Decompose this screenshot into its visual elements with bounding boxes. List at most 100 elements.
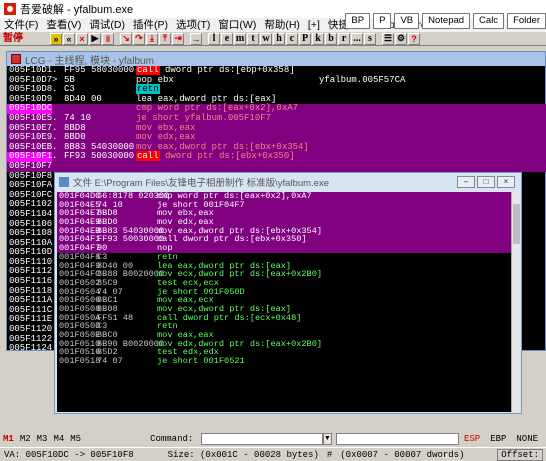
close-icon[interactable]: × — [76, 32, 88, 45]
file-row[interactable]: 001F0518 74 07 je short 001F0521 — [57, 357, 512, 366]
file-row[interactable]: 001F04FC 8B88 B0020000 mov ecx,dword ptr d… — [57, 270, 512, 279]
cpu-row[interactable]: 005F10D1. FF95 58030000 call dword ptr ds:… — [7, 66, 546, 76]
file-row[interactable]: 001F050A FF51 48 call dword ptr ds:[ecx+0x… — [57, 312, 512, 323]
file-icon — [59, 177, 69, 187]
file-row[interactable]: 001F04DC 66:8178 020300 cmp word ptr ds:[e… — [57, 192, 512, 201]
scrollbar-thumb[interactable] — [513, 204, 520, 244]
toolbar-window-button[interactable]: ... — [351, 32, 363, 45]
command-secondary-input[interactable] — [335, 433, 459, 445]
goto-icon[interactable]: → — [190, 32, 202, 45]
minimize-icon[interactable]: – — [457, 176, 475, 188]
comment-cell — [319, 95, 546, 105]
toolbar-window-button[interactable]: t — [247, 32, 259, 45]
register-button-ebp[interactable]: EBP — [485, 434, 511, 444]
toolbar-window-button[interactable]: m — [234, 32, 246, 45]
plugin-button-vb[interactable]: VB — [394, 13, 420, 29]
marker-cell: . — [52, 151, 58, 162]
open-icon[interactable]: » — [50, 32, 62, 45]
menu-item-2[interactable]: 调试(D) — [85, 18, 129, 32]
status-dwords: (0x0007 - 00007 dwords) — [340, 449, 465, 460]
marker-button-m4[interactable]: M4 — [50, 434, 67, 444]
file-disassembly-pane[interactable]: 001F04DC 66:8178 020300 cmp word ptr ds:[e… — [57, 192, 512, 412]
menu-item-4[interactable]: 选项(T) — [172, 18, 214, 32]
file-row[interactable]: 001F0516 85D2 test edx,edx — [57, 348, 512, 357]
toolbar-window-button[interactable]: P — [299, 32, 311, 45]
toolbar-window-button[interactable]: l — [208, 32, 220, 45]
run-icon[interactable]: ▶ — [89, 32, 101, 45]
toolbar-window-button[interactable]: r — [338, 32, 350, 45]
close-window-icon[interactable]: × — [497, 176, 515, 188]
disasm-text: mov ebx,eax — [136, 122, 196, 133]
help-icon[interactable]: ? — [408, 32, 420, 45]
file-row[interactable]: 001F04E7 8BD8 mov ebx,eax — [57, 209, 512, 219]
disasm-cell: call dword ptr ds:[ecx+0x48] — [157, 312, 302, 323]
file-row[interactable]: 001F04E5 74 10 je short 001F04F7 — [57, 200, 512, 210]
execute-till-return-icon[interactable]: ⇥ — [172, 32, 184, 45]
toolbar-window-button[interactable]: b — [325, 32, 337, 45]
cpu-row[interactable]: 005F10E5. 74 10 je short yfalbum.005F10F7 — [7, 113, 546, 124]
plugin-button-calc[interactable]: Calc — [473, 13, 505, 29]
marker-button-m2[interactable]: M2 — [17, 434, 34, 444]
cpu-row[interactable]: 005F10D7 >5B pop ebx yfalbum.005F57CA — [7, 75, 546, 86]
trace-into-icon[interactable]: ⤓ — [146, 32, 158, 45]
toolbar-window-button[interactable]: e — [221, 32, 233, 45]
menu-item-3[interactable]: 插件(P) — [129, 18, 172, 32]
disasm-cell: call dword ptr ds:[ebx+0x350] — [157, 234, 307, 245]
comment-cell — [319, 162, 546, 172]
command-dropdown-icon[interactable]: ▼ — [322, 433, 332, 445]
mdi-client: LCG - 主线程, 模块 - yfalbum 005F10D1. FF95 58… — [0, 46, 546, 430]
file-row[interactable]: 001F04F1 FF93 50030000 call dword ptr ds:[… — [57, 234, 512, 245]
cpu-title-text: LCG - 主线程, 模块 - yfalbum — [25, 55, 154, 67]
list-icon[interactable]: ☰ — [382, 32, 394, 45]
toolbar-window-button[interactable]: w — [260, 32, 272, 45]
menu-item-1[interactable]: 查看(V) — [42, 18, 85, 32]
marker-button-m5[interactable]: M5 — [67, 434, 84, 444]
plugin-button-notepad[interactable]: Notepad — [422, 13, 471, 29]
pause-icon[interactable]: ‖ — [102, 32, 114, 45]
disasm-cell — [136, 162, 319, 172]
marker-button-m1[interactable]: M1 — [0, 434, 17, 444]
plugin-button-folder[interactable]: Folder — [507, 13, 546, 29]
file-row[interactable]: 001F0504 74 07 je short 001F050D — [57, 287, 512, 297]
hex-cell: 8D40 00 — [64, 93, 102, 104]
toolbar-window-button[interactable]: h — [273, 32, 285, 45]
cpu-row[interactable]: 005F10F1. FF93 50030000 call dword ptr ds:… — [7, 151, 546, 162]
cpu-window-title[interactable]: LCG - 主线程, 模块 - yfalbum — [7, 52, 545, 67]
step-into-icon[interactable]: ↘ — [120, 32, 132, 45]
settings-icon[interactable]: ⚙ — [395, 32, 407, 45]
menu-item-7[interactable]: [+] — [304, 18, 324, 32]
toolbar-window-button[interactable]: c — [286, 32, 298, 45]
disasm-cell: nop — [157, 243, 173, 254]
vertical-scrollbar[interactable] — [511, 192, 520, 412]
register-button-none[interactable]: NONE — [511, 434, 543, 444]
plugin-button-p[interactable]: P — [373, 13, 392, 29]
cpu-row[interactable]: 005F10E7. 8BD8 mov ebx,eax — [7, 122, 546, 134]
restart-icon[interactable]: « — [63, 32, 75, 45]
file-row[interactable]: 001F050D C3 retn — [57, 322, 512, 331]
command-input[interactable] — [201, 433, 323, 445]
file-window[interactable]: 文件 E:\Program Files\友锋电子相册制作 标准版\yfalbum… — [54, 172, 522, 414]
menu-item-0[interactable]: 文件(F) — [0, 18, 42, 32]
status-badge: 暂停 — [0, 32, 50, 45]
plugin-button-bp[interactable]: BP — [345, 13, 371, 29]
file-row[interactable]: 001F04F7 90 nop — [57, 244, 512, 253]
disasm-cell: pop ebx — [136, 75, 319, 86]
menu-item-5[interactable]: 窗口(W) — [214, 18, 260, 32]
marker-button-m3[interactable]: M3 — [34, 434, 51, 444]
file-row[interactable]: 001F0502 85C9 test ecx,ecx — [57, 279, 512, 288]
command-label: Command: — [150, 434, 194, 444]
register-button-esp[interactable]: ESP — [459, 434, 485, 444]
file-row[interactable]: 001F0510 8B90 B0020000 mov edx,dword ptr d… — [57, 339, 512, 349]
comment-cell — [319, 114, 546, 124]
cpu-row[interactable]: 005F10F7 — [7, 161, 546, 172]
toolbar-window-button[interactable]: k — [312, 32, 324, 45]
trace-over-icon[interactable]: ⤒ — [159, 32, 171, 45]
toolbar-window-button[interactable]: s — [364, 32, 376, 45]
maximize-icon[interactable]: □ — [477, 176, 495, 188]
file-window-title[interactable]: 文件 E:\Program Files\友锋电子相册制作 标准版\yfalbum… — [55, 173, 521, 191]
opcode-keyword: call — [136, 151, 160, 162]
disasm-text: cmp word ptr ds:[eax+0x2],0xA7 — [136, 103, 299, 114]
step-over-icon[interactable]: ↷ — [133, 32, 145, 45]
menu-item-6[interactable]: 帮助(H) — [260, 18, 304, 32]
toolbar: 暂停 » « × ▶ ‖ ↘ ↷ ⤓ ⤒ ⇥ → l e m t w h c Pk b r... s… — [0, 32, 546, 46]
